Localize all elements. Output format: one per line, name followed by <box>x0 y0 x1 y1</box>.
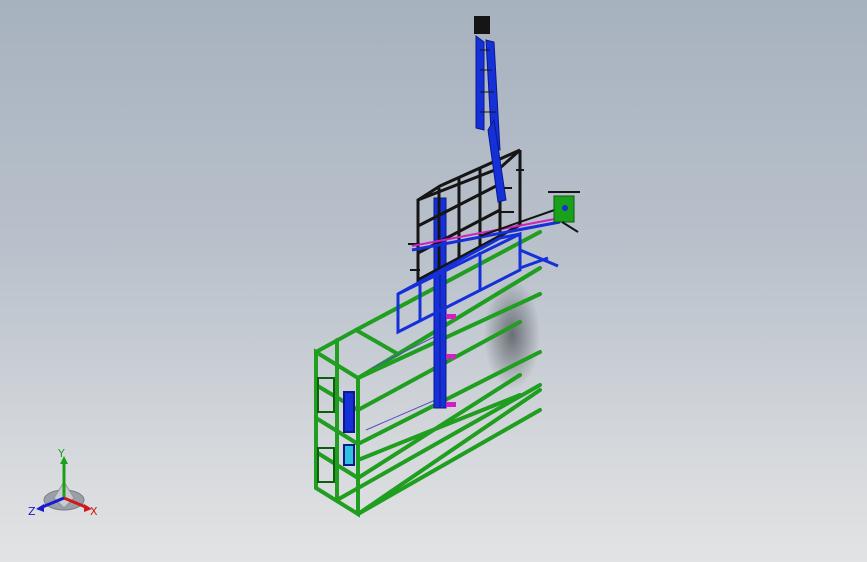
triad-label-z: Z <box>28 505 36 518</box>
triad-label-x: X <box>90 505 98 518</box>
coordinate-triad[interactable]: Y Z X <box>24 448 104 520</box>
graphics-viewport[interactable]: Y Z X <box>0 0 867 562</box>
triad-label-y: Y <box>58 447 65 460</box>
gripper-head[interactable] <box>548 191 580 233</box>
cad-model[interactable] <box>0 0 867 562</box>
